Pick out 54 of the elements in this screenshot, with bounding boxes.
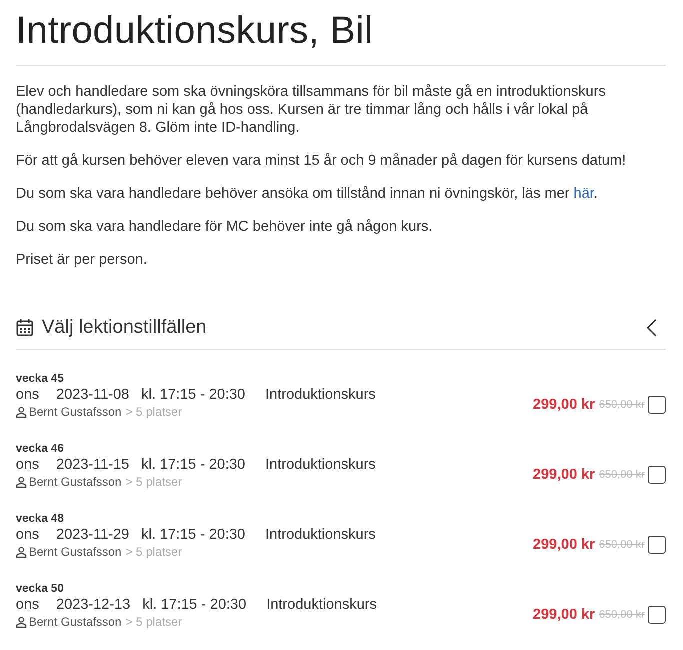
week-label: vecka 45 [16,373,64,385]
person-icon [16,616,27,628]
checkbox[interactable] [648,536,666,554]
paragraph: Du som ska vara handledare behöver ansöka om tillstånd innan ni övningskör, läs mer här. [16,185,599,203]
page-title: Introduktionskurs, Bil [16,0,666,66]
weekday: ons [16,527,40,544]
link[interactable]: här [574,186,594,202]
lesson-date: 2023-11-29 [56,527,130,544]
person-icon [16,406,27,418]
paragraph: Elev och handledare som ska övningsköra tillsammans för bil måste gå en introduktionskurs (handledarkurs), som ni kan gå hos oss. Kursen är tre timmar lång och hålls i vår lokal på Långbrodalsvägen 8. Glöm inte ID-handling. [16,83,607,137]
section-title: Välj lektionstillfällen [42,317,208,339]
course-name: Introduktionskurs [266,527,376,544]
teacher-name: Bernt Gustafsson [29,404,122,420]
course-name: Introduktionskurs [266,457,376,474]
paragraph: Priset är per person. [16,251,148,269]
checkbox[interactable] [648,396,666,414]
chevron-left-icon[interactable] [646,319,658,337]
person-icon [16,546,27,558]
lesson-time: kl. 17:15 - 20:30 [142,527,246,544]
seats-available: > 5 platser [126,474,182,490]
checkbox[interactable] [648,606,666,624]
weekday: ons [16,597,40,614]
checkbox[interactable] [648,466,666,484]
paragraph: För att gå kursen behöver eleven vara minst 15 år och 9 månader på dagen för kursens datum! [16,152,628,170]
old-price: 650,00 kr [599,399,645,411]
lesson-date: 2023-11-08 [56,387,130,404]
price: 299,00 kr [533,467,596,483]
person-icon [16,476,27,488]
price: 299,00 kr [533,537,596,553]
course-name: Introduktionskurs [266,597,377,614]
teacher-name: Bernt Gustafsson [29,474,122,490]
old-price: 650,00 kr [599,609,645,621]
lesson-date: 2023-12-13 [56,597,131,614]
old-price: 650,00 kr [599,539,645,551]
course-name: Introduktionskurs [266,387,376,404]
price: 299,00 kr [533,397,596,413]
seats-available: > 5 platser [126,544,182,560]
lesson-time: kl. 17:15 - 20:30 [142,387,246,404]
lesson-time: kl. 17:15 - 20:30 [142,457,246,474]
seats-available: > 5 platser [126,404,182,420]
teacher-name: Bernt Gustafsson [29,544,122,560]
paragraph: Du som ska vara handledare för MC behöver inte gå någon kurs. [16,218,434,236]
weekday: ons [16,457,40,474]
lesson-date: 2023-11-15 [56,457,130,474]
price: 299,00 kr [533,607,596,623]
week-label: vecka 46 [16,443,64,455]
old-price: 650,00 kr [599,469,645,481]
teacher-name: Bernt Gustafsson [29,614,122,630]
calendar-icon [16,319,34,337]
weekday: ons [16,387,40,404]
week-label: vecka 50 [16,583,64,595]
week-label: vecka 48 [16,513,64,525]
seats-available: > 5 platser [126,614,182,630]
lesson-time: kl. 17:15 - 20:30 [142,597,247,614]
